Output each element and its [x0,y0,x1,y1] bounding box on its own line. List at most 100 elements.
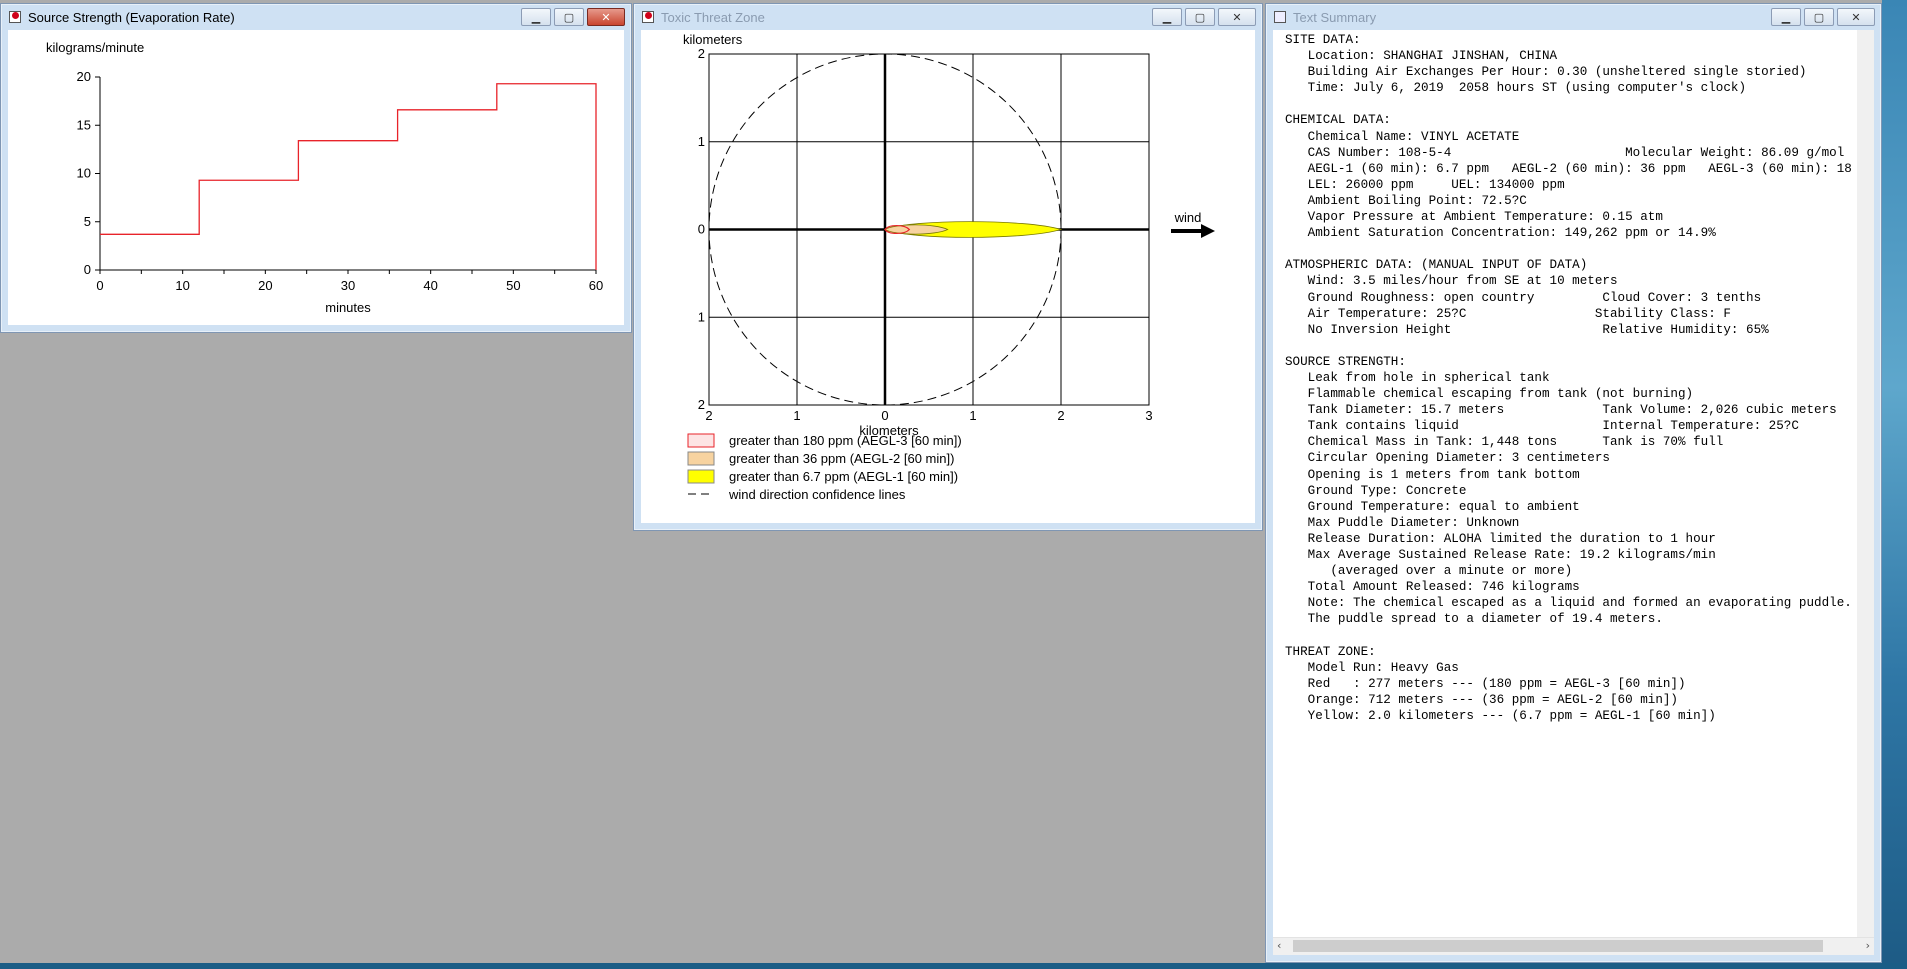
x-tick-label: 3 [1145,408,1152,423]
maximize-button[interactable]: ▢ [1804,8,1834,26]
summary-line: Circular Opening Diameter: 3 centimeters [1285,451,1610,466]
window-title: Text Summary [1293,9,1377,25]
summary-line: Time: July 6, 2019 2058 hours ST (using … [1285,81,1747,96]
x-tick-label: 10 [175,278,189,293]
horizontal-scrollbar[interactable]: ‹ › [1273,937,1874,955]
legend-swatch [687,469,715,484]
x-tick-label: 60 [589,278,603,293]
legend-label: greater than 180 ppm (AEGL-3 [60 min]) [729,433,962,448]
summary-line: THREAT ZONE: [1285,644,1376,659]
summary-line: Chemical Mass in Tank: 1,448 tons Tank i… [1285,435,1724,450]
minimize-button[interactable]: ▁ [1771,8,1801,26]
maximize-button[interactable]: ▢ [1185,8,1215,26]
summary-line: Max Puddle Diameter: Unknown [1285,515,1520,530]
x-tick-label: 2 [705,408,712,423]
summary-line: CHEMICAL DATA: [1285,113,1391,128]
summary-line: Air Temperature: 25?C Stability Class: F [1285,306,1731,321]
y-tick-label: 10 [77,166,91,181]
summary-line: Building Air Exchanges Per Hour: 0.30 (u… [1285,65,1807,80]
evaporation-rate-line [100,83,597,270]
summary-line: SITE DATA: [1285,33,1361,47]
text-summary-window: Text Summary ▁ ▢ ✕ SITE DATA: Location: … [1265,3,1882,963]
summary-line: Ground Temperature: equal to ambient [1285,499,1580,514]
y-tick-label: 15 [77,117,91,132]
source-strength-chart: kilograms/minute 0 5 10 15 20 0 10 20 30 40 50 60 min… [46,40,603,315]
summary-line [1285,627,1858,643]
maximize-button[interactable]: ▢ [554,8,584,26]
summary-line: ATMOSPHERIC DATA: (MANUAL INPUT OF DATA) [1285,258,1588,273]
close-button[interactable]: ✕ [587,8,625,26]
summary-line: Max Average Sustained Release Rate: 19.2… [1285,548,1716,562]
wind-arrowhead-icon [1201,224,1215,238]
scroll-left-icon[interactable]: ‹ [1277,939,1281,952]
summary-line: Ground Roughness: open country Cloud Cov… [1285,290,1762,305]
y-tick-label: 0 [698,222,705,237]
summary-line [1285,338,1858,354]
summary-line: Red : 277 meters --- (180 ppm = AEGL-3 [… [1285,676,1686,691]
scrollbar-thumb[interactable] [1293,940,1823,952]
threat-zone-chart: kilometers2 1 0 1 2 321012kilometerswindgreat… [683,32,1215,502]
x-axis-label: minutes [325,300,371,315]
summary-line: Ground Type: Concrete [1285,483,1467,498]
taskbar [0,963,1907,969]
close-button[interactable]: ✕ [1837,8,1875,26]
y-axis-label: kilometers [683,32,743,47]
close-button[interactable]: ✕ [1218,8,1256,26]
y-tick-label: 5 [84,214,91,229]
threat-chart-area: kilometers 2 1 0 1 2 3 2 1 0 1 2 kilometers wind great… [641,30,1255,523]
summary-line [1285,241,1858,257]
x-tick-label: 0 [881,408,888,423]
summary-line: Location: SHANGHAI JINSHAN, CHINA [1285,49,1558,64]
summary-line: Total Amount Released: 746 kilograms [1285,580,1580,595]
y-tick-label: 20 [77,69,91,84]
title-bar[interactable]: Source Strength (Evaporation Rate) ▁ ▢ ✕ [1,4,631,30]
vertical-scrollbar[interactable] [1857,30,1874,938]
desktop-background [1882,0,1907,969]
y-axis-label: kilograms/minute [46,40,144,55]
summary-line: Wind: 3.5 miles/hour from SE at 10 meter… [1285,274,1618,289]
wind-label: wind [1174,210,1202,225]
source-strength-window: Source Strength (Evaporation Rate) ▁ ▢ ✕… [0,3,632,333]
scroll-right-icon[interactable]: › [1866,939,1870,952]
x-tick-label: 20 [258,278,272,293]
x-tick-label: 1 [969,408,976,423]
threat-zone-1 [884,224,949,235]
summary-line: Tank contains liquid Internal Temperatur… [1285,419,1799,434]
x-tick-label: 0 [96,278,103,293]
y-tick-label: 0 [84,262,91,277]
summary-line: CAS Number: 108-5-4 Molecular Weight: 86… [1285,145,1845,160]
app-icon [7,9,23,25]
summary-line: Release Duration: ALOHA limited the dura… [1285,531,1716,546]
summary-line: Yellow: 2.0 kilometers --- (6.7 ppm = AE… [1285,708,1716,723]
x-tick-label: 30 [341,278,355,293]
summary-line: Vapor Pressure at Ambient Temperature: 0… [1285,210,1663,225]
summary-line: Flammable chemical escaping from tank (n… [1285,387,1694,402]
y-tick-label: 1 [698,309,705,324]
y-tick-label: 2 [698,397,705,412]
summary-line: No Inversion Height Relative Humidity: 6… [1285,322,1769,337]
window-title: Source Strength (Evaporation Rate) [28,9,235,25]
summary-line: LEL: 26000 ppm UEL: 134000 ppm [1285,177,1565,192]
summary-line: AEGL-1 (60 min): 6.7 ppm AEGL-2 (60 min)… [1285,161,1852,176]
minimize-button[interactable]: ▁ [521,8,551,26]
y-tick-label: 1 [698,134,705,149]
summary-line: Tank Diameter: 15.7 meters Tank Volume: … [1285,403,1837,418]
x-tick-label: 50 [506,278,520,293]
summary-line: Leak from hole in spherical tank [1285,370,1550,385]
y-tick-label: 2 [698,46,705,61]
window-title: Toxic Threat Zone [661,9,765,25]
summary-text: SITE DATA: Location: SHANGHAI JINSHAN, C… [1285,32,1858,724]
legend-swatch [687,433,715,448]
summary-line: Ambient Saturation Concentration: 149,26… [1285,226,1716,241]
title-bar[interactable]: Toxic Threat Zone ▁ ▢ ✕ [634,4,1262,30]
summary-line: (averaged over a minute or more) [1285,564,1573,579]
minimize-button[interactable]: ▁ [1152,8,1182,26]
title-bar[interactable]: Text Summary ▁ ▢ ✕ [1266,4,1881,30]
summary-line: The puddle spread to a diameter of 19.4 … [1285,612,1663,627]
source-chart-area: kilograms/minute 0 5 10 15 20 0 10 20 30 40 50 60 min… [8,30,624,325]
summary-text-area[interactable]: SITE DATA: Location: SHANGHAI JINSHAN, C… [1273,30,1874,955]
summary-line: Opening is 1 meters from tank bottom [1285,467,1580,482]
summary-line: Orange: 712 meters --- (36 ppm = AEGL-2 … [1285,692,1678,707]
x-tick-label: 40 [423,278,437,293]
summary-line: Chemical Name: VINYL ACETATE [1285,129,1520,144]
